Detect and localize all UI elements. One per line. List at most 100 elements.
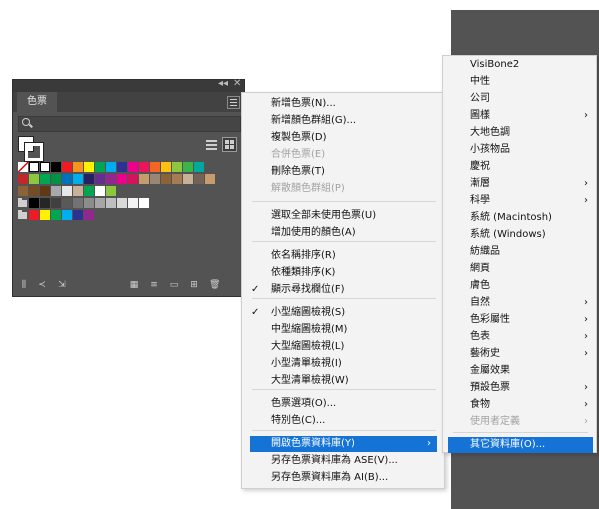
swatch[interactable] — [95, 186, 105, 196]
menu-item[interactable]: 新增顏色群組(G)... — [242, 113, 444, 129]
swatch[interactable] — [51, 210, 61, 220]
menu-item[interactable]: 中型縮圖檢視(M) — [242, 322, 444, 338]
submenu-item[interactable]: 色表 › — [443, 329, 596, 345]
swatch[interactable] — [128, 162, 138, 172]
swatch[interactable] — [73, 210, 83, 220]
submenu-item[interactable]: 其它資料庫(O)... — [448, 437, 593, 453]
swatch[interactable] — [194, 162, 204, 172]
menu-item[interactable]: 另存色票資料庫為 AI(B)... — [242, 470, 444, 486]
swatch[interactable] — [139, 162, 149, 172]
submenu-item[interactable]: 網頁 — [443, 261, 596, 277]
swatch[interactable] — [29, 174, 39, 184]
swatch[interactable] — [40, 198, 50, 208]
swatch[interactable] — [62, 198, 72, 208]
swatch[interactable] — [84, 198, 94, 208]
panel-title-bar[interactable]: ◂◂ ✕ — [13, 78, 244, 92]
submenu-item[interactable]: 慶祝 — [443, 159, 596, 175]
swatch[interactable] — [139, 198, 149, 208]
swatch[interactable] — [51, 198, 61, 208]
swatch-kind-icon[interactable]: ▦ — [129, 280, 139, 290]
menu-item[interactable]: 選取全部未使用色票(U) — [242, 208, 444, 224]
swatch[interactable] — [150, 174, 160, 184]
swatch[interactable] — [73, 186, 83, 196]
swatch[interactable] — [172, 174, 182, 184]
menu-item[interactable]: 色票選項(O)... — [242, 396, 444, 412]
color-group-folder-icon[interactable] — [18, 210, 27, 219]
swatch[interactable] — [18, 186, 28, 196]
submenu-item[interactable]: 藝術史 › — [443, 346, 596, 362]
submenu-item[interactable]: 紡織品 — [443, 244, 596, 260]
menu-item[interactable]: 大型清單檢視(W) — [242, 373, 444, 389]
swatch[interactable] — [150, 162, 160, 172]
swatch[interactable] — [128, 174, 138, 184]
swatch[interactable] — [40, 210, 50, 220]
submenu-item[interactable]: 金屬效果 — [443, 363, 596, 379]
swatch[interactable] — [62, 186, 72, 196]
swatch[interactable] — [95, 198, 105, 208]
menu-item[interactable]: 刪除色票(T) — [242, 164, 444, 180]
swatch[interactable] — [73, 198, 83, 208]
swatch[interactable] — [183, 162, 193, 172]
swatch[interactable] — [51, 186, 61, 196]
stroke-swatch[interactable] — [25, 143, 43, 161]
submenu-item[interactable]: 漸層 › — [443, 176, 596, 192]
submenu-item[interactable]: 自然 › — [443, 295, 596, 311]
menu-item[interactable]: 大型縮圖檢視(L) — [242, 339, 444, 355]
tab-swatches[interactable]: 色票 — [17, 92, 57, 112]
submenu-item[interactable]: 科學 › — [443, 193, 596, 209]
submenu-item[interactable]: 系統 (Windows) — [443, 227, 596, 243]
menu-item[interactable]: 開啟色票資料庫(Y) › — [250, 436, 437, 452]
swatch[interactable] — [84, 210, 94, 220]
swatch-options-icon[interactable]: ≡ — [149, 280, 159, 290]
swatch[interactable] — [40, 186, 50, 196]
swatch[interactable] — [84, 174, 94, 184]
list-view-icon[interactable] — [204, 137, 219, 152]
swatch[interactable] — [29, 198, 39, 208]
submenu-item[interactable]: 膚色 — [443, 278, 596, 294]
thumbnail-view-icon[interactable] — [222, 137, 237, 152]
submenu-item[interactable]: VisiBone2 — [443, 57, 596, 73]
fill-stroke-indicator[interactable] — [18, 136, 43, 161]
swatch[interactable] — [106, 198, 116, 208]
swatch[interactable] — [106, 162, 116, 172]
swatch[interactable] — [117, 162, 127, 172]
menu-item[interactable]: 特別色(C)... — [242, 413, 444, 429]
close-icon[interactable]: ✕ — [233, 78, 241, 89]
swatch[interactable] — [51, 174, 61, 184]
delete-icon[interactable]: 🗑 — [209, 280, 220, 290]
swatch[interactable] — [84, 162, 94, 172]
registration-swatch[interactable] — [29, 162, 39, 172]
swatch[interactable] — [95, 174, 105, 184]
swatch[interactable] — [73, 174, 83, 184]
swatch[interactable] — [51, 162, 61, 172]
menu-item[interactable]: 依種類排序(K) — [242, 265, 444, 281]
swatch[interactable] — [29, 186, 39, 196]
submenu-item[interactable]: 圖樣 › — [443, 108, 596, 124]
swatch[interactable] — [95, 162, 105, 172]
menu-item[interactable]: 依名稱排序(R) — [242, 248, 444, 264]
swatch[interactable] — [40, 162, 50, 172]
swatch[interactable] — [161, 162, 171, 172]
import-icon[interactable]: ⇲ — [57, 280, 67, 290]
submenu-item[interactable]: 大地色調 — [443, 125, 596, 141]
none-swatch[interactable] — [18, 162, 28, 172]
submenu-item[interactable]: 預設色票 › — [443, 380, 596, 396]
swatch[interactable] — [161, 174, 171, 184]
swatch[interactable] — [73, 162, 83, 172]
menu-item[interactable]: 複製色票(D) — [242, 130, 444, 146]
swatch[interactable] — [117, 198, 127, 208]
swatch[interactable] — [62, 162, 72, 172]
menu-item[interactable]: 另存色票資料庫為 ASE(V)... — [242, 453, 444, 469]
swatch[interactable] — [62, 174, 72, 184]
swatch[interactable] — [194, 174, 204, 184]
swatch[interactable] — [172, 162, 182, 172]
submenu-item[interactable]: 色彩屬性 › — [443, 312, 596, 328]
submenu-item[interactable]: 食物 › — [443, 397, 596, 413]
swatch[interactable] — [106, 174, 116, 184]
swatch[interactable] — [205, 174, 215, 184]
menu-item[interactable]: ✓ 小型縮圖檢視(S) — [242, 305, 444, 321]
menu-item[interactable]: ✓ 顯示尋找欄位(F) — [242, 282, 444, 298]
swatch[interactable] — [128, 198, 138, 208]
swatch[interactable] — [183, 174, 193, 184]
submenu-item[interactable]: 小孩物品 — [443, 142, 596, 158]
